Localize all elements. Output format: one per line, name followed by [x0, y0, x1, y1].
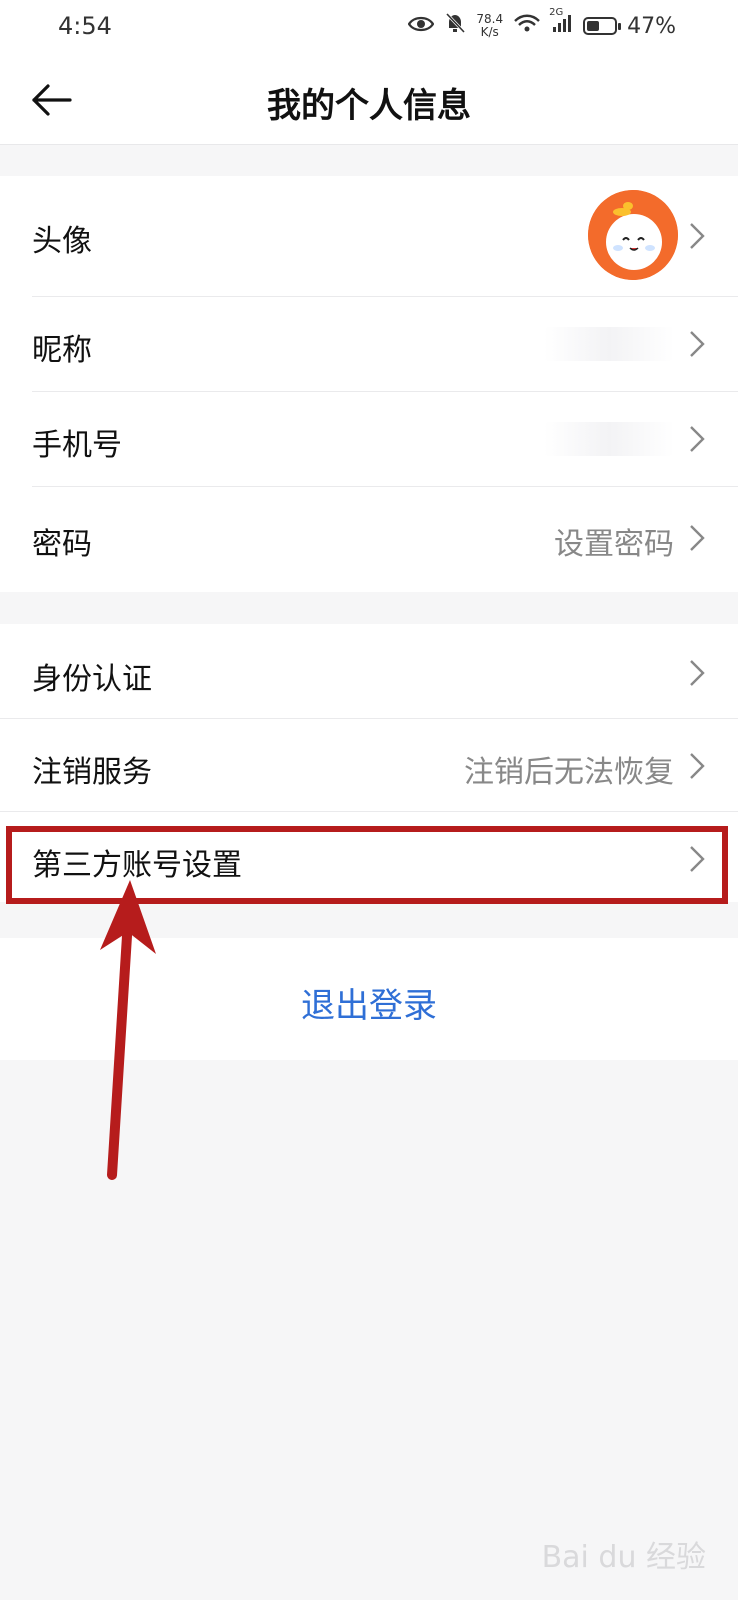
nickname-value-obscured: [544, 327, 674, 361]
status-bar: 4:54 78.4 K/s 2G 47%: [0, 0, 738, 56]
watermark: Bai du 经验: [541, 1540, 706, 1575]
profile-group: 头像 昵称 手机号 密码 设置密码: [0, 176, 738, 592]
identity-auth-label: 身份认证: [32, 662, 152, 697]
phone-label: 手机号: [32, 428, 122, 463]
password-label: 密码: [32, 527, 92, 562]
cancel-service-row[interactable]: 注销服务 注销后无法恢复: [0, 719, 738, 811]
bell-off-icon: [444, 12, 466, 40]
chevron-right-icon: [690, 660, 705, 686]
identity-auth-row[interactable]: 身份认证: [0, 624, 738, 718]
avatar-label: 头像: [32, 224, 92, 259]
phone-row[interactable]: 手机号: [0, 392, 738, 486]
chevron-right-icon: [690, 331, 705, 357]
signal-icon: 2G: [549, 7, 573, 39]
password-value: 设置密码: [554, 527, 674, 562]
chevron-right-icon: [690, 223, 705, 249]
network-type: 2G: [549, 7, 564, 18]
password-row[interactable]: 密码 设置密码: [0, 487, 738, 591]
net-speed: 78.4 K/s: [476, 13, 503, 39]
chevron-right-icon: [690, 426, 705, 452]
net-speed-unit: K/s: [480, 25, 499, 39]
cancel-service-value: 注销后无法恢复: [464, 755, 674, 790]
page-title: 我的个人信息: [267, 86, 471, 126]
annotation-arrow-icon: [100, 880, 156, 1180]
nickname-label: 昵称: [32, 333, 92, 368]
eye-icon: [408, 14, 435, 39]
app-header: 我的个人信息: [0, 56, 738, 145]
phone-value-obscured: [544, 422, 674, 456]
chevron-right-icon: [690, 525, 705, 551]
chevron-right-icon: [690, 753, 705, 779]
nickname-row[interactable]: 昵称: [0, 297, 738, 391]
cancel-service-label: 注销服务: [32, 755, 152, 790]
status-time: 4:54: [58, 12, 112, 40]
avatar: [588, 190, 678, 280]
battery-percent: 47%: [627, 13, 676, 39]
status-icons: 78.4 K/s 2G 47%: [408, 7, 676, 40]
battery-icon: [583, 17, 622, 35]
wifi-icon: [513, 13, 541, 39]
avatar-row[interactable]: 头像: [0, 176, 738, 296]
mascot-avatar-icon: [588, 190, 678, 280]
